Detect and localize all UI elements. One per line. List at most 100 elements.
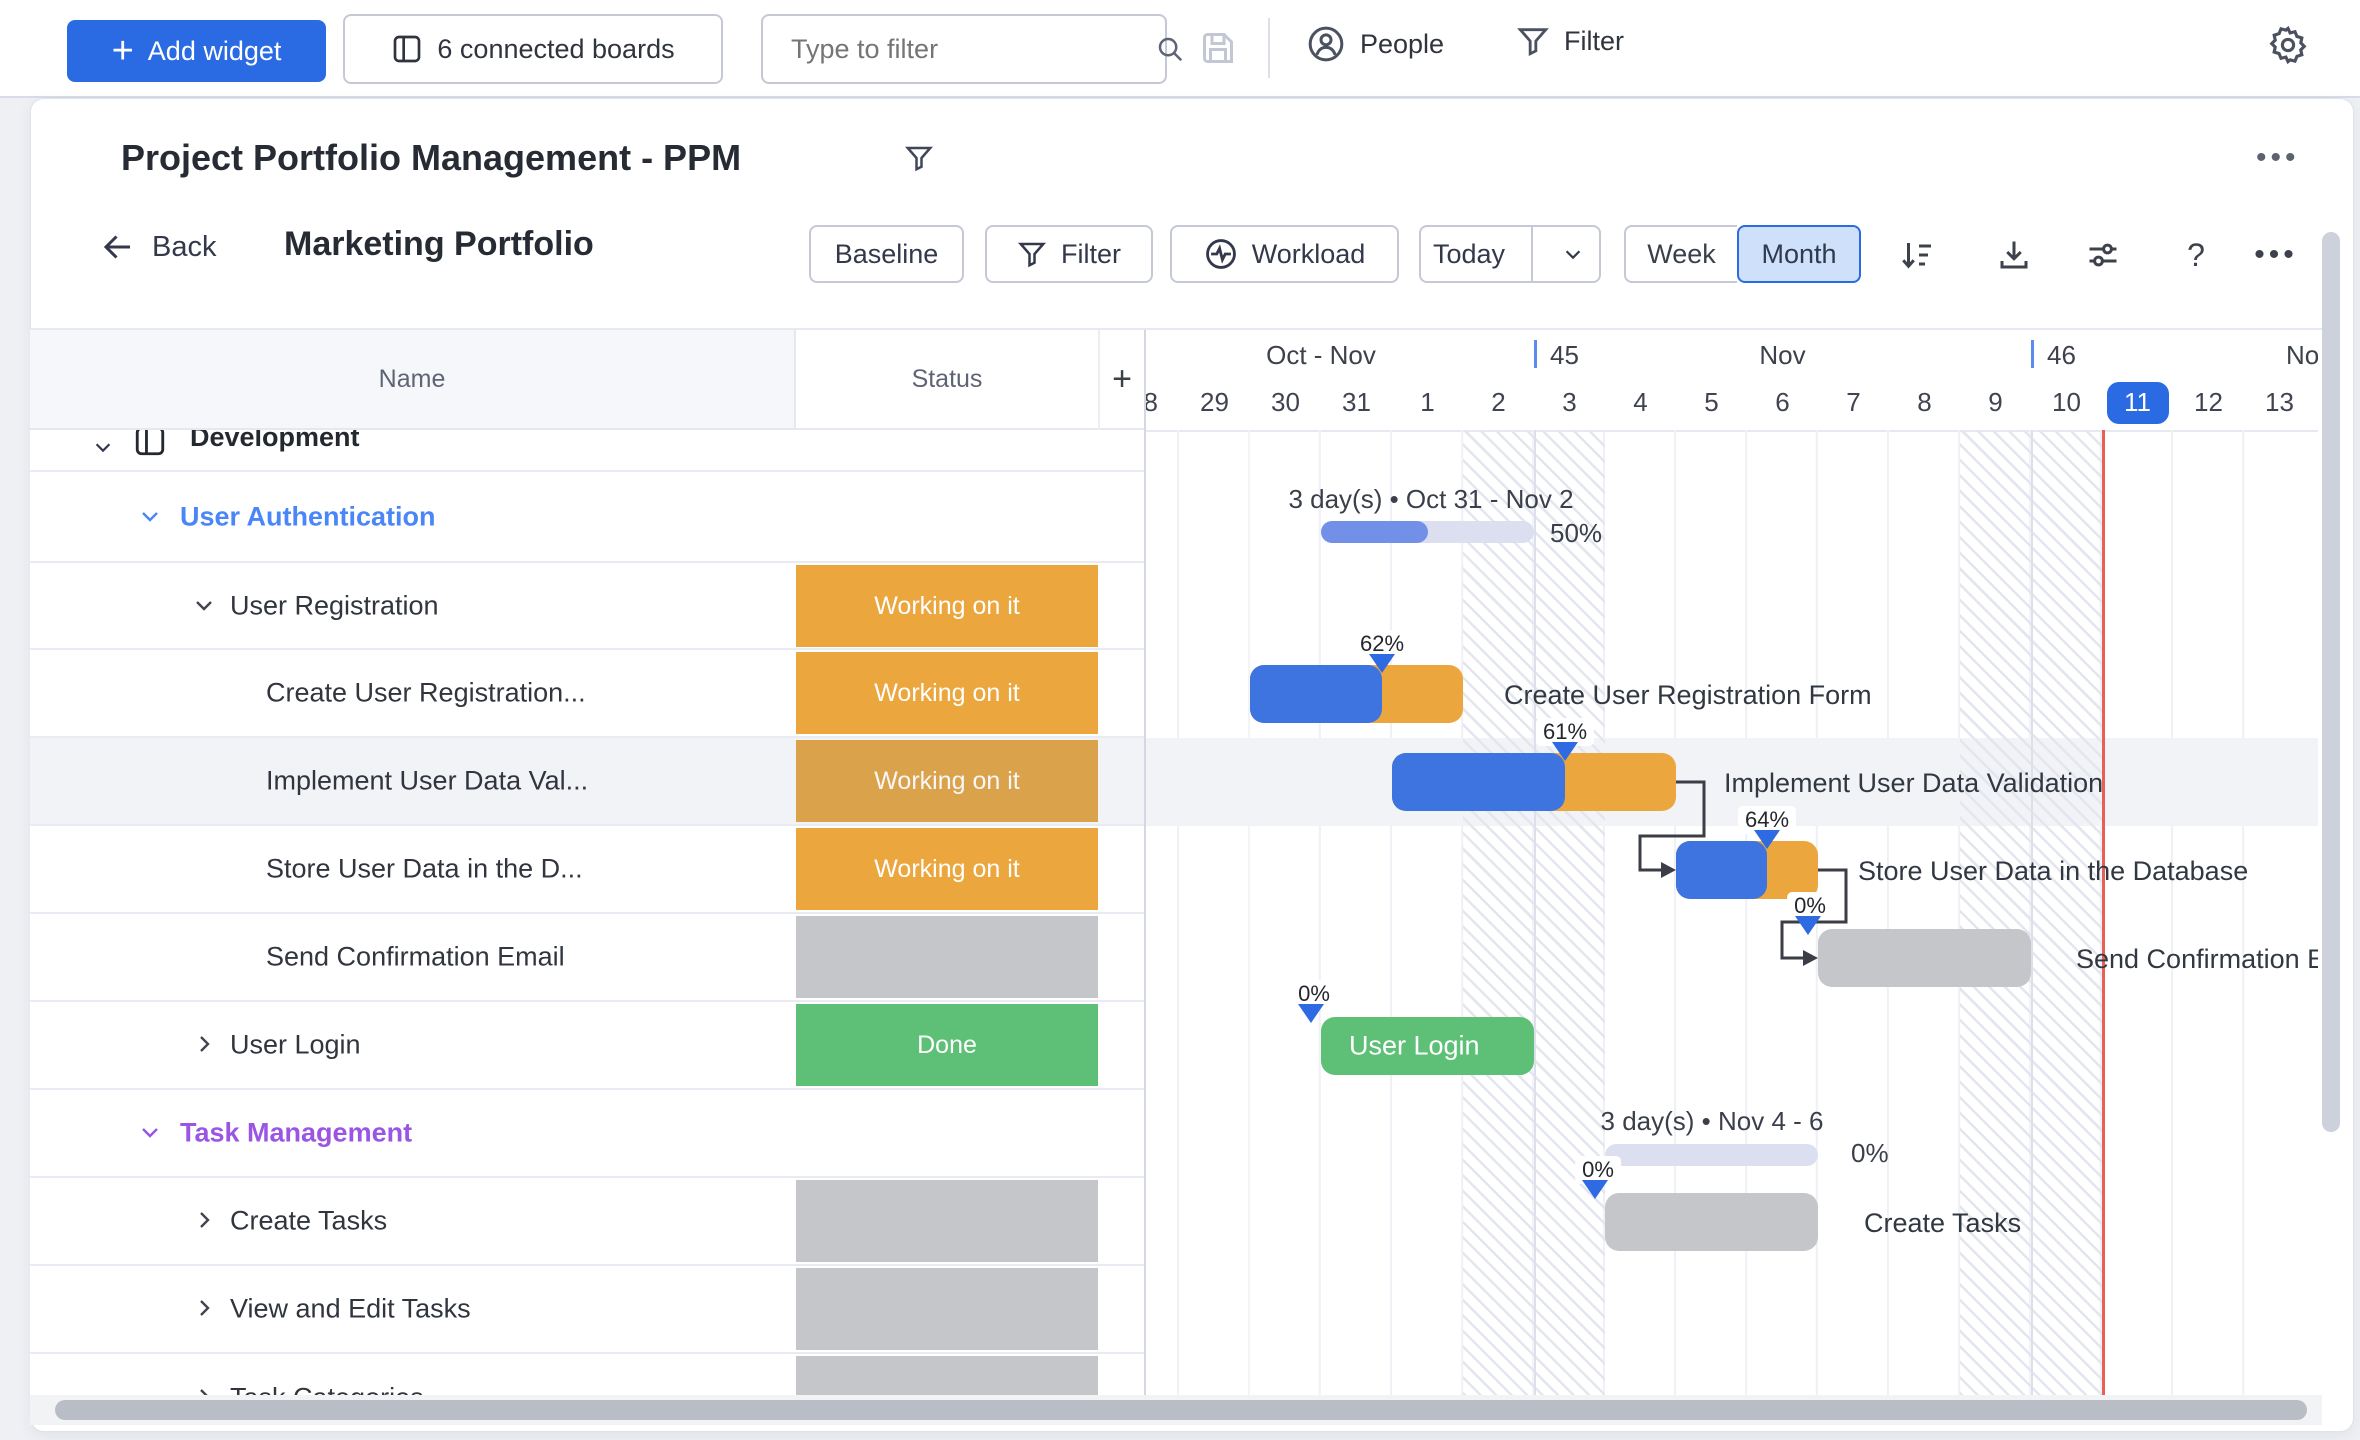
status-badge[interactable]: Working on it [796,828,1098,910]
bar-progress-fill [1250,665,1382,723]
day-header: 8 [1917,387,1932,417]
chevron-right-icon[interactable] [192,1032,218,1058]
day-header: 1 [1420,387,1435,417]
week-number: 46 [2047,339,2076,370]
table-row[interactable]: Create Tasks [30,1178,1144,1266]
day-header: 28 [1144,387,1158,417]
table-row[interactable]: View and Edit Tasks [30,1266,1144,1354]
chevron-right-icon[interactable] [192,1208,218,1234]
add-column-button[interactable]: + [1098,330,1144,430]
gantt-timeline: Oct - Nov 4 5 Nov 46 No 28 29 30 31 1 2 3… [1144,330,2318,1395]
table-row[interactable]: Task Categories [30,1354,1144,1395]
month-toggle[interactable]: Month [1737,225,1861,283]
summary-progress-bar[interactable] [1321,521,1534,543]
vertical-scrollbar[interactable] [2322,232,2340,1132]
chevron-right-icon[interactable] [192,1296,218,1322]
horizontal-scrollbar[interactable] [55,1400,2307,1420]
progress-marker[interactable] [1369,654,1395,673]
view-settings-sliders-icon[interactable] [2080,229,2126,281]
day-header: 9 [1988,387,2003,417]
chevron-down-icon[interactable] [138,504,164,530]
day-header: 10 [2052,387,2081,417]
chevron-right-icon[interactable] [192,1385,218,1395]
summary-progress-bar[interactable] [1605,1144,1818,1166]
chevron-down-icon[interactable] [192,593,218,619]
progress-marker[interactable] [1582,1180,1608,1199]
help-button[interactable]: ? [2173,229,2219,281]
ppm-dashboard: + Add widget 6 connected boards People [0,0,2360,1440]
person-icon [1306,24,1346,64]
back-arrow-icon [100,229,136,265]
save-icon[interactable] [1200,30,1236,66]
filter-button[interactable]: Filter [1516,24,1624,58]
gantt-bar-user-login[interactable]: User Login [1321,1017,1534,1075]
table-row[interactable]: User Login Done [30,1002,1144,1090]
chevron-down-icon[interactable] [138,1120,164,1146]
table-row[interactable]: User Authentication [30,472,1144,563]
export-download-icon[interactable] [1991,229,2037,281]
add-widget-button[interactable]: + Add widget [67,20,326,82]
day-header: 4 [1633,387,1648,417]
status-badge[interactable] [796,916,1098,998]
gantt-bar-send-confirmation-email[interactable] [1818,929,2031,987]
progress-marker[interactable] [1298,1004,1324,1023]
day-header: 12 [2194,387,2223,417]
summary-range-label: 3 day(s) • Oct 31 - Nov 2 [1288,484,1574,514]
chevron-down-icon[interactable] [1547,243,1599,265]
month-label: Oct - Nov [1266,339,1376,370]
week-toggle[interactable]: Week [1624,225,1737,283]
table-row[interactable]: User Registration Working on it [30,563,1144,650]
gantt-bar-create-user-registration-form[interactable] [1250,665,1463,723]
funnel-icon [1017,239,1047,269]
gantt-filter-button[interactable]: Filter [985,225,1153,283]
day-header: 29 [1200,387,1229,417]
day-header: 13 [2265,387,2294,417]
sort-icon[interactable] [1893,229,1939,281]
search-input[interactable] [763,33,1155,65]
task-table: Name Status + Development User Authentic… [30,330,1144,1395]
status-column-header[interactable]: Status [796,330,1098,430]
progress-marker[interactable] [1552,742,1578,761]
gantt-menu-button[interactable]: ••• [2253,229,2299,281]
day-header: 6 [1775,387,1790,417]
name-column-header[interactable]: Name [30,330,796,430]
top-toolbar: + Add widget 6 connected boards People [0,0,2360,98]
people-button[interactable]: People [1306,24,1444,64]
widget-title: Project Portfolio Management - PPM [121,137,742,178]
week-tick [2031,340,2034,368]
workload-button[interactable]: Workload [1170,225,1399,283]
settings-gear-icon[interactable] [2267,24,2309,66]
gantt-bar-implement-user-data-validation[interactable] [1392,753,1676,811]
chevron-down-icon[interactable] [92,436,118,462]
summary-progress-fill [1321,521,1428,543]
status-badge[interactable] [796,1356,1098,1395]
status-badge[interactable] [796,1180,1098,1262]
table-row[interactable]: Create User Registration... Working on i… [30,650,1144,738]
status-badge[interactable]: Working on it [796,565,1098,647]
progress-marker[interactable] [1795,916,1821,935]
back-button[interactable]: Back [100,229,216,265]
board-icon [133,430,167,458]
baseline-button[interactable]: Baseline [809,225,964,283]
day-header: 5 [1704,387,1719,417]
status-badge[interactable]: Done [796,1004,1098,1086]
table-row[interactable]: Implement User Data Val... Working on it [30,738,1144,826]
widget-menu-button[interactable]: ••• [2256,141,2300,175]
status-badge[interactable] [796,1268,1098,1350]
bar-label: Send Confirmation Email [2076,944,2318,974]
gantt-body: 3 day(s) • Oct 31 - Nov 2 50% 62% Create… [1146,430,2318,1395]
workload-pulse-icon [1204,237,1238,271]
gantt-bar-store-user-data[interactable] [1676,841,1818,899]
progress-marker[interactable] [1754,830,1780,849]
connected-boards-button[interactable]: 6 connected boards [343,14,723,84]
gantt-bar-create-tasks[interactable] [1605,1193,1818,1251]
today-button[interactable]: Today [1419,225,1601,283]
table-row[interactable]: Development [30,430,1144,472]
table-row[interactable]: Store User Data in the D... Working on i… [30,826,1144,914]
table-row[interactable]: Task Management [30,1090,1144,1178]
title-filter-icon[interactable] [904,143,934,173]
status-badge[interactable]: Working on it [796,740,1098,822]
status-badge[interactable]: Working on it [796,652,1098,734]
table-row[interactable]: Send Confirmation Email [30,914,1144,1002]
bar-label: Implement User Data Validation [1724,768,2104,798]
